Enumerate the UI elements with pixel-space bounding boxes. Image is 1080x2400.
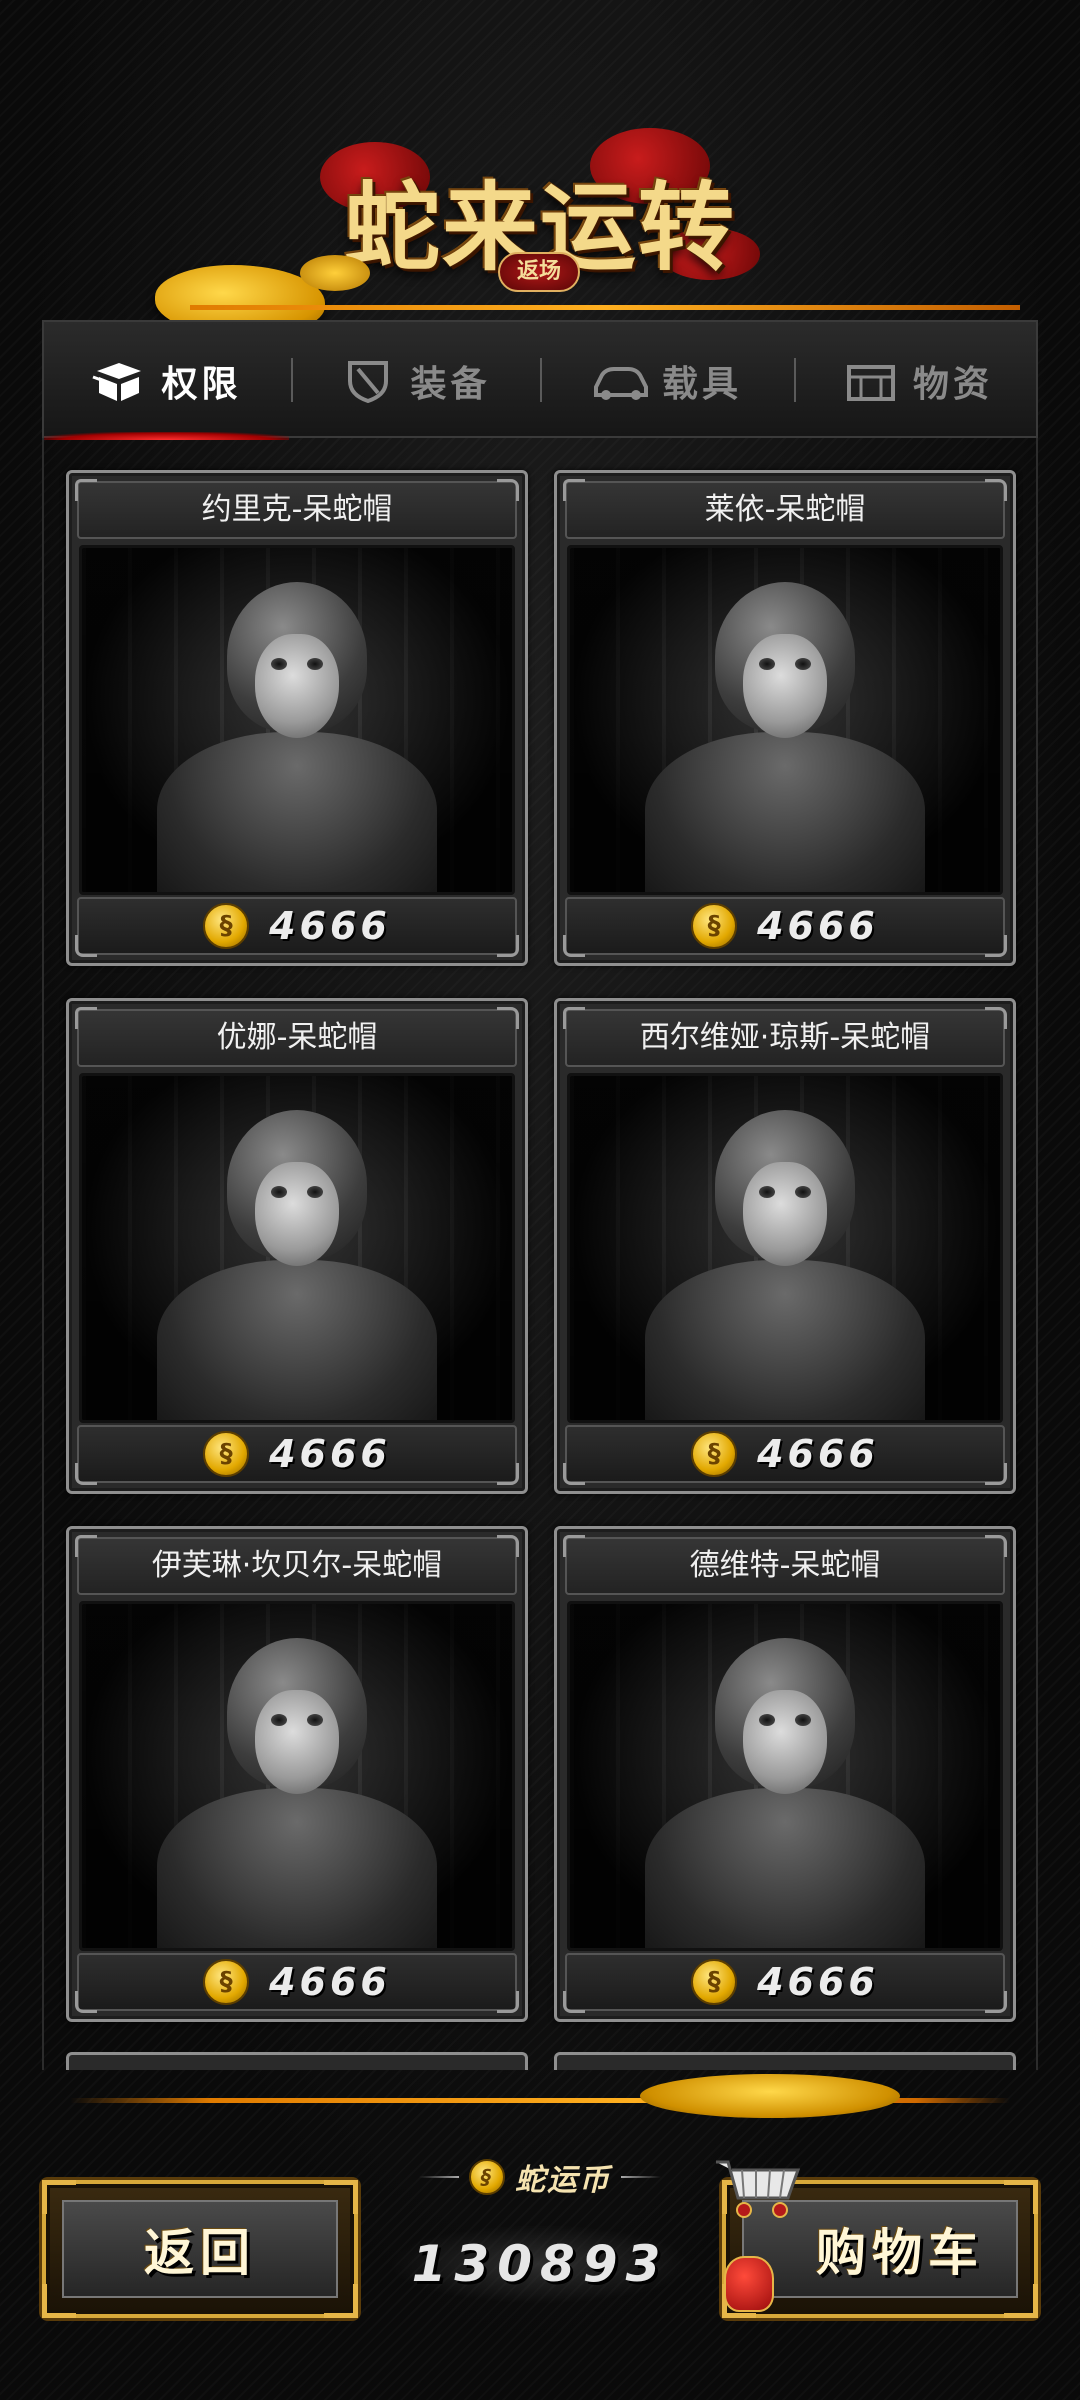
tab-label: 装备 <box>410 364 491 405</box>
shield-icon <box>348 361 389 403</box>
character-figure <box>147 1100 447 1420</box>
item-name: 伊芙琳·坎贝尔-呆蛇帽 <box>77 1537 517 1595</box>
car-icon <box>593 367 648 400</box>
price-bar: § 4666 <box>565 897 1005 955</box>
snake-coin-icon: § <box>203 903 250 949</box>
item-price: 4666 <box>269 1960 391 2004</box>
item-grid: 约里克-呆蛇帽 § 4666 莱依-呆蛇帽 § 4666 优娜-呆蛇帽 § 46… <box>42 438 1038 2070</box>
box-icon <box>92 363 142 401</box>
tab-permissions[interactable]: 权限 <box>44 322 289 440</box>
golden-snake-tail <box>300 255 370 291</box>
price-bar: § 4666 <box>565 1425 1005 1483</box>
item-price: 4666 <box>757 1960 879 2004</box>
currency-name-text: 蛇运币 <box>515 2163 611 2198</box>
character-figure <box>635 572 935 892</box>
item-card[interactable]: 约里克-呆蛇帽 § 4666 <box>66 470 528 966</box>
item-price: 4666 <box>269 1432 391 1476</box>
item-name: 西尔维娅·琼斯-呆蛇帽 <box>565 1009 1005 1067</box>
crate-icon <box>846 365 895 401</box>
item-card[interactable]: 德维特-呆蛇帽 § 4666 <box>554 1526 1016 2022</box>
shopping-cart-icon <box>716 2160 801 2218</box>
price-bar: § 4666 <box>77 1425 517 1483</box>
item-price: 4666 <box>757 1432 879 1476</box>
lucky-bag-icon <box>724 2256 774 2312</box>
item-card[interactable]: 西尔维娅·琼斯-呆蛇帽 § 4666 <box>554 998 1016 1494</box>
currency-amount: 130893 <box>390 2224 690 2304</box>
character-figure <box>635 1100 935 1420</box>
item-card[interactable]: 莱依-呆蛇帽 § 4666 <box>554 470 1016 966</box>
item-card-partial[interactable] <box>554 2052 1016 2070</box>
snake-coin-icon: § <box>469 2159 505 2195</box>
currency-name: § 蛇运币 <box>390 2152 690 2202</box>
snake-coin-icon: § <box>691 1431 738 1477</box>
price-bar: § 4666 <box>77 897 517 955</box>
golden-snake-decoration <box>640 2074 900 2118</box>
tab-supplies[interactable]: 物资 <box>796 322 1040 440</box>
tab-label: 载具 <box>661 364 742 405</box>
character-figure <box>147 572 447 892</box>
character-portrait <box>79 545 515 895</box>
character-figure <box>635 1628 935 1948</box>
snake-coin-icon: § <box>203 1959 250 2005</box>
header-divider <box>190 305 1020 310</box>
snake-coin-icon: § <box>203 1431 250 1477</box>
price-bar: § 4666 <box>565 1953 1005 2011</box>
character-figure <box>147 1628 447 1948</box>
item-card[interactable]: 伊芙琳·坎贝尔-呆蛇帽 § 4666 <box>66 1526 528 2022</box>
event-header: 蛇来运转 返场 <box>0 0 1080 335</box>
tab-label: 物资 <box>912 364 993 405</box>
tab-equipment[interactable]: 装备 <box>293 322 538 440</box>
item-card[interactable]: 优娜-呆蛇帽 § 4666 <box>66 998 528 1494</box>
event-subtitle-badge: 返场 <box>498 252 580 292</box>
tab-vehicles[interactable]: 载具 <box>542 322 792 440</box>
item-name: 德维特-呆蛇帽 <box>565 1537 1005 1595</box>
back-button-label: 返回 <box>62 2200 338 2298</box>
currency-display: § 蛇运币 130893 <box>390 2152 690 2332</box>
price-bar: § 4666 <box>77 1953 517 2011</box>
item-card-partial[interactable] <box>66 2052 528 2070</box>
item-price: 4666 <box>269 904 391 948</box>
back-button[interactable]: 返回 <box>42 2180 358 2318</box>
character-portrait <box>567 545 1003 895</box>
character-portrait <box>79 1601 515 1951</box>
item-name: 莱依-呆蛇帽 <box>565 481 1005 539</box>
item-name: 优娜-呆蛇帽 <box>77 1009 517 1067</box>
character-portrait <box>567 1073 1003 1423</box>
snake-coin-icon: § <box>691 1959 738 2005</box>
item-name: 约里克-呆蛇帽 <box>77 481 517 539</box>
snake-coin-icon: § <box>691 903 738 949</box>
character-portrait <box>567 1601 1003 1951</box>
item-price: 4666 <box>757 904 879 948</box>
category-tab-bar: 权限 装备 载具 物资 <box>42 320 1040 440</box>
character-portrait <box>79 1073 515 1423</box>
tab-label: 权限 <box>161 364 242 405</box>
